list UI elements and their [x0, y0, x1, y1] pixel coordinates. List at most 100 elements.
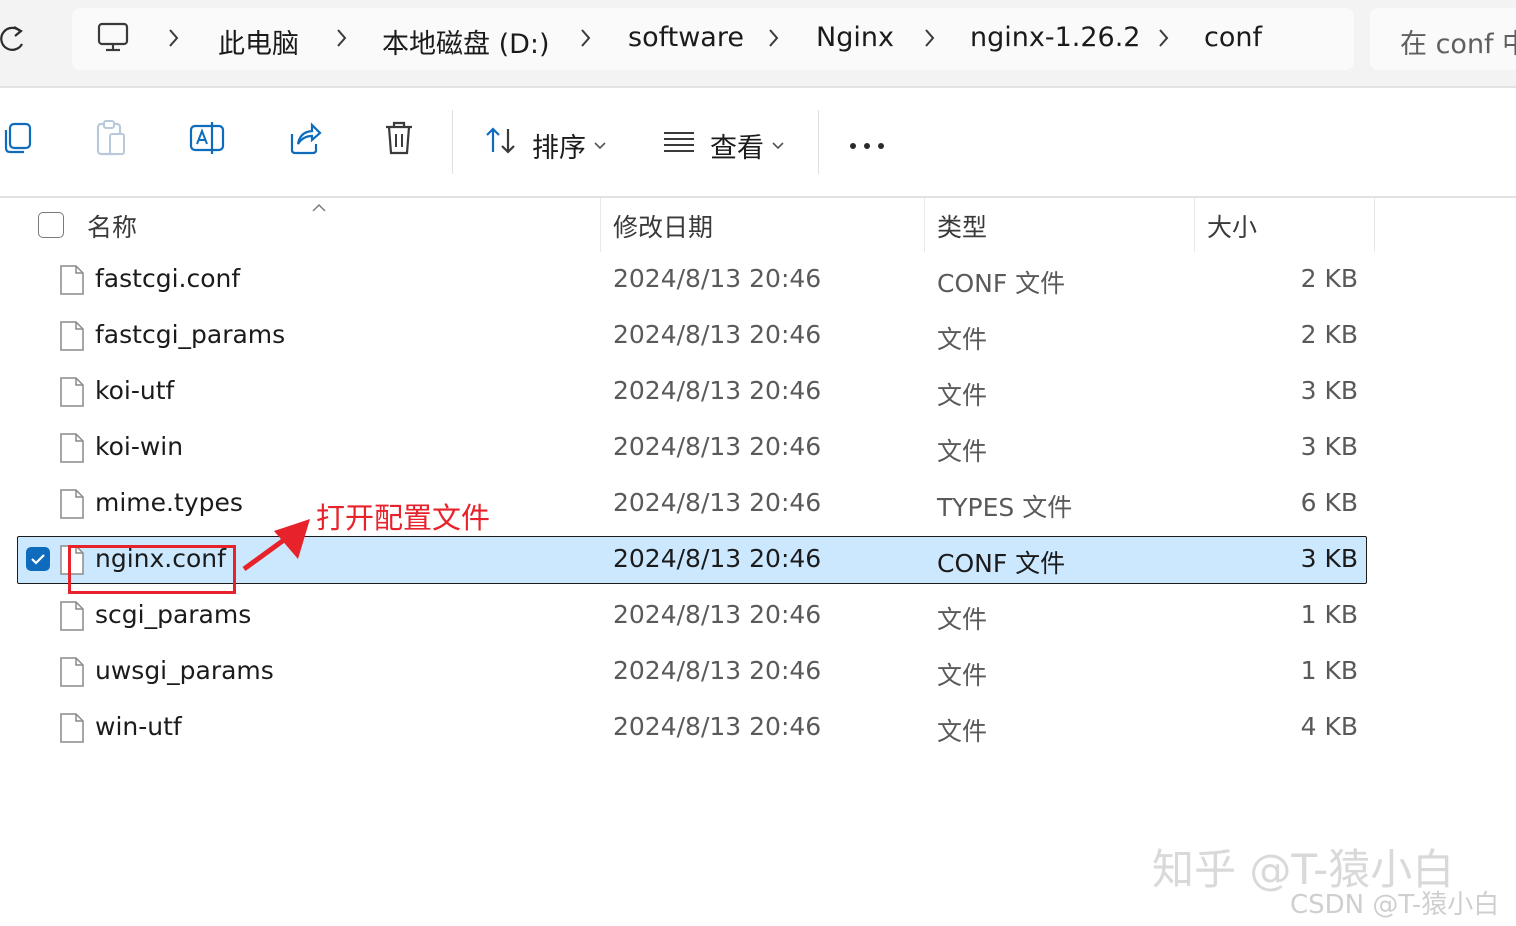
file-date: 2024/8/13 20:46: [613, 600, 822, 629]
file-size: 6 KB: [1300, 488, 1358, 517]
refresh-icon[interactable]: [0, 22, 30, 56]
chevron-down-icon: [593, 136, 607, 155]
file-icon: [59, 600, 85, 636]
file-name[interactable]: koi-utf: [95, 376, 174, 405]
file-row[interactable]: fastcgi_params 2024/8/13 20:46 文件 2 KB: [0, 312, 1516, 368]
breadcrumb-item-software[interactable]: software: [628, 22, 744, 53]
file-name[interactable]: uwsgi_params: [95, 656, 274, 685]
chevron-right-icon[interactable]: [766, 26, 782, 50]
chevron-right-icon[interactable]: [922, 26, 938, 50]
column-divider[interactable]: [924, 198, 925, 252]
column-header: 名称 修改日期 类型 大小: [0, 198, 1516, 254]
column-divider[interactable]: [1194, 198, 1195, 252]
file-row[interactable]: koi-utf 2024/8/13 20:46 文件 3 KB: [0, 368, 1516, 424]
breadcrumb-item-nginx-version[interactable]: nginx-1.26.2: [970, 22, 1140, 53]
computer-icon[interactable]: [96, 22, 130, 58]
file-size: 4 KB: [1300, 712, 1358, 741]
file-name[interactable]: scgi_params: [95, 600, 251, 629]
file-date: 2024/8/13 20:46: [613, 488, 822, 517]
red-arrow-icon: [240, 515, 314, 577]
file-type: 文件: [937, 381, 988, 410]
select-all-checkbox[interactable]: [38, 212, 64, 238]
breadcrumb[interactable]: 此电脑 本地磁盘 (D:) software Nginx nginx-1.26.…: [72, 8, 1354, 70]
column-size[interactable]: 大小: [1207, 208, 1257, 244]
file-date: 2024/8/13 20:46: [613, 656, 822, 685]
file-date: 2024/8/13 20:46: [613, 320, 822, 349]
chevron-right-icon[interactable]: [1156, 26, 1172, 50]
sort-ascending-icon: [311, 198, 327, 217]
file-type: 文件: [937, 437, 988, 466]
column-type[interactable]: 类型: [937, 208, 987, 244]
paste-icon[interactable]: [94, 118, 128, 164]
row-checkbox[interactable]: [26, 547, 50, 571]
file-name[interactable]: fastcgi.conf: [95, 264, 240, 293]
divider: [452, 110, 453, 174]
file-size: 1 KB: [1300, 600, 1358, 629]
file-name[interactable]: win-utf: [95, 712, 182, 741]
chevron-right-icon[interactable]: [578, 26, 594, 50]
file-row[interactable]: uwsgi_params 2024/8/13 20:46 文件 1 KB: [0, 648, 1516, 704]
breadcrumb-item-conf[interactable]: conf: [1204, 22, 1262, 53]
file-date: 2024/8/13 20:46: [613, 544, 822, 573]
view-list-icon: [662, 130, 696, 158]
chevron-right-icon[interactable]: [334, 26, 350, 50]
highlight-box: [68, 545, 236, 594]
column-divider[interactable]: [1374, 198, 1375, 252]
file-icon: [59, 488, 85, 524]
file-icon: [59, 376, 85, 412]
file-type: 文件: [937, 325, 988, 354]
delete-icon[interactable]: [382, 118, 416, 162]
file-size: 2 KB: [1300, 320, 1358, 349]
annotation-label: 打开配置文件: [316, 501, 491, 535]
file-type: CONF 文件: [937, 269, 1066, 298]
file-name[interactable]: koi-win: [95, 432, 183, 461]
command-bar: 排序 查看: [0, 88, 1516, 196]
search-input[interactable]: 在 conf 中: [1370, 8, 1516, 70]
file-icon: [59, 264, 85, 300]
file-date: 2024/8/13 20:46: [613, 432, 822, 461]
file-row[interactable]: koi-win 2024/8/13 20:46 文件 3 KB: [0, 424, 1516, 480]
file-row[interactable]: scgi_params 2024/8/13 20:46 文件 1 KB: [0, 592, 1516, 648]
breadcrumb-item-nginx[interactable]: Nginx: [816, 22, 894, 53]
divider: [818, 110, 819, 174]
sort-icon: [484, 126, 518, 160]
file-type: TYPES 文件: [937, 493, 1073, 522]
file-icon: [59, 432, 85, 468]
view-label: 查看: [710, 133, 764, 164]
file-size: 1 KB: [1300, 656, 1358, 685]
column-name[interactable]: 名称: [87, 208, 137, 244]
file-type: 文件: [937, 661, 988, 690]
share-icon[interactable]: [286, 118, 322, 162]
file-size: 2 KB: [1300, 264, 1358, 293]
address-bar-area: 此电脑 本地磁盘 (D:) software Nginx nginx-1.26.…: [0, 0, 1516, 86]
file-name[interactable]: fastcgi_params: [95, 320, 285, 349]
file-icon: [59, 656, 85, 692]
file-date: 2024/8/13 20:46: [613, 376, 822, 405]
file-row[interactable]: mime.types 2024/8/13 20:46 TYPES 文件 6 KB: [0, 480, 1516, 536]
file-type: CONF 文件: [937, 549, 1066, 578]
file-icon: [59, 712, 85, 748]
checkmark-icon: [31, 554, 45, 565]
chevron-down-icon: [771, 136, 785, 155]
file-type: 文件: [937, 717, 988, 746]
breadcrumb-item-this-pc[interactable]: 此电脑: [218, 22, 299, 61]
chevron-right-icon[interactable]: [166, 26, 182, 50]
file-name[interactable]: mime.types: [95, 488, 243, 517]
column-date[interactable]: 修改日期: [613, 208, 713, 244]
search-placeholder: 在 conf 中: [1400, 29, 1516, 60]
copy-icon[interactable]: [0, 118, 34, 162]
file-size: 3 KB: [1300, 432, 1358, 461]
file-row[interactable]: win-utf 2024/8/13 20:46 文件 4 KB: [0, 704, 1516, 760]
more-options-icon[interactable]: [848, 136, 886, 155]
csdn-watermark: CSDN @T-猿小白: [1290, 890, 1500, 920]
breadcrumb-item-drive-d[interactable]: 本地磁盘 (D:): [382, 22, 550, 61]
file-row[interactable]: fastcgi.conf 2024/8/13 20:46 CONF 文件 2 KB: [0, 256, 1516, 312]
column-divider[interactable]: [600, 198, 601, 252]
file-date: 2024/8/13 20:46: [613, 712, 822, 741]
file-size: 3 KB: [1300, 376, 1358, 405]
file-date: 2024/8/13 20:46: [613, 264, 822, 293]
file-icon: [59, 320, 85, 356]
file-size: 3 KB: [1300, 544, 1358, 573]
rename-icon[interactable]: [188, 118, 226, 162]
sort-label: 排序: [532, 133, 586, 164]
